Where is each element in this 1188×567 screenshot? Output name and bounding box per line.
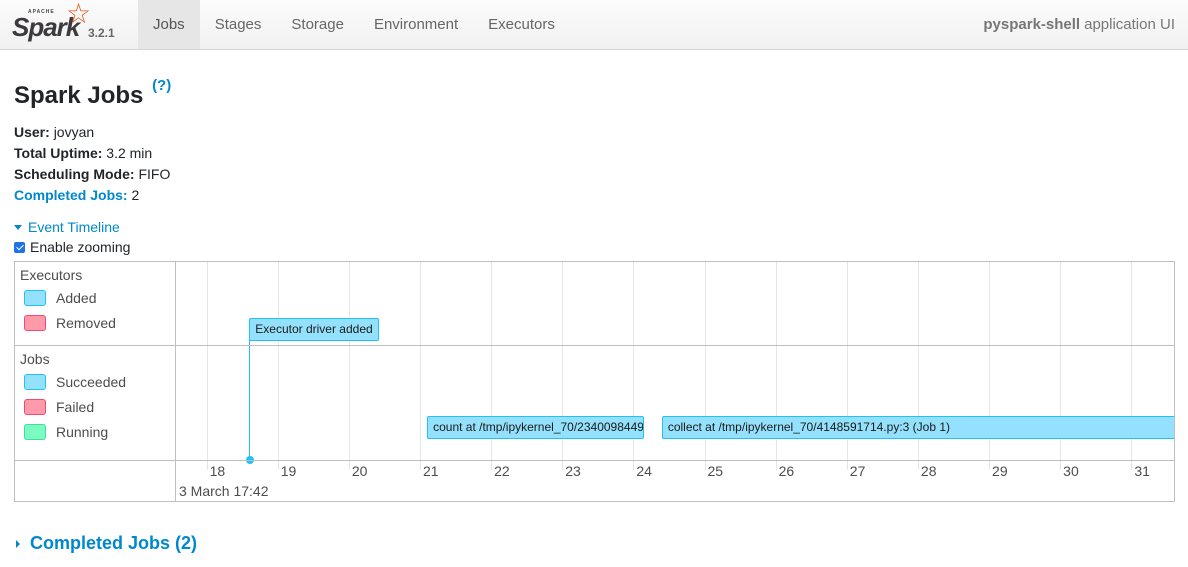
page-title-text: Spark Jobs [14, 82, 144, 109]
tab-stages[interactable]: Stages [200, 0, 277, 49]
axis-tick-label: 25 [707, 463, 724, 479]
failed-swatch [24, 399, 46, 415]
added-swatch [24, 290, 46, 306]
completed-jobs-heading: Completed Jobs (2) [30, 533, 198, 553]
legend-job-running: Running [24, 424, 108, 440]
legend-job-failed: Failed [24, 399, 94, 415]
navbar: APACHE Spark ☆ 3.2.1 Jobs Stages Storage… [0, 0, 1188, 50]
executors-jobs-divider [15, 345, 1174, 346]
gridline [277, 262, 279, 470]
axis-tick-label: 26 [778, 463, 795, 479]
version-label: 3.2.1 [88, 25, 115, 40]
scheduling-value: FIFO [138, 166, 171, 182]
axis-tick-label: 31 [1134, 463, 1150, 479]
jobs-group-label: Jobs [20, 351, 50, 367]
axis-tick-label: 21 [422, 463, 439, 479]
legend-label: Removed [56, 315, 116, 331]
app-suffix: application UI [1084, 16, 1175, 33]
legend-label: Succeeded [56, 374, 127, 390]
executor-event-box[interactable]: Executor driver added [249, 318, 379, 341]
tab-executors[interactable]: Executors [473, 0, 570, 49]
running-swatch [24, 424, 46, 440]
removed-swatch [24, 315, 46, 331]
executor-event-line [249, 340, 251, 460]
brand[interactable]: APACHE Spark ☆ 3.2.1 [0, 0, 138, 49]
info-user: User: jovyan [14, 122, 1174, 143]
axis-tick-label: 30 [1063, 463, 1079, 479]
spark-logo[interactable]: APACHE Spark ☆ [12, 0, 92, 46]
axis-tick-label: 29 [992, 463, 1008, 479]
axis-tick-label: 27 [849, 463, 866, 479]
user-value: jovyan [53, 124, 95, 140]
jobs-axis-divider [15, 460, 1174, 461]
event-timeline[interactable]: Executors Added Removed Jobs Succeeded F… [14, 261, 1175, 502]
completed-jobs-section-toggle[interactable]: Completed Jobs (2) [14, 533, 1174, 554]
legend-label: Running [56, 424, 109, 440]
enable-zooming-row: Enable zooming [14, 239, 1174, 255]
axis-tick-label: 23 [565, 463, 581, 479]
enable-zooming-checkbox[interactable] [14, 241, 25, 253]
timeline-legend: Executors Added Removed Jobs Succeeded F… [15, 262, 176, 501]
tab-environment[interactable]: Environment [359, 0, 473, 49]
legend-label: Added [56, 290, 97, 306]
app-title: pyspark-shell application UI [983, 0, 1175, 49]
nav-tabs: Jobs Stages Storage Environment Executor… [138, 0, 570, 49]
app-name: pyspark-shell [983, 16, 1081, 33]
scheduling-label: Scheduling Mode: [14, 166, 135, 182]
legend-job-succeeded: Succeeded [24, 374, 126, 390]
gridline [206, 262, 208, 470]
gridline [348, 262, 350, 470]
axis-tick-label: 19 [280, 463, 297, 479]
axis-tick-label: 22 [494, 463, 510, 479]
event-timeline-label: Event Timeline [28, 219, 120, 235]
executors-group-label: Executors [20, 267, 83, 283]
axis-tick-label: 28 [920, 463, 937, 479]
axis-tick-label: 18 [209, 463, 226, 479]
help-link[interactable]: (?) [152, 77, 171, 94]
event-timeline-toggle[interactable]: Event Timeline [14, 219, 1174, 235]
tab-jobs[interactable]: Jobs [138, 0, 200, 49]
gridline [419, 262, 421, 470]
info-uptime: Total Uptime: 3.2 min [14, 143, 1174, 164]
uptime-value: 3.2 min [106, 145, 153, 161]
completed-jobs-link[interactable]: Completed Jobs: [14, 187, 128, 203]
legend-executor-removed: Removed [24, 315, 116, 331]
info-scheduling: Scheduling Mode: FIFO [14, 164, 1174, 185]
axis-tick-label: 24 [636, 463, 652, 479]
user-label: User: [14, 124, 50, 140]
succeeded-swatch [24, 374, 46, 390]
job-bar[interactable]: collect at /tmp/ipykernel_70/4148591714.… [661, 416, 1174, 439]
tab-storage[interactable]: Storage [276, 0, 359, 49]
caret-down-icon [14, 224, 22, 230]
page-title: Spark Jobs (?) [14, 77, 1174, 110]
legend-executor-added: Added [24, 290, 96, 306]
axis-tick-label: 20 [351, 463, 368, 479]
legend-label: Failed [56, 399, 95, 415]
main-content: Spark Jobs (?) User: jovyan Total Uptime… [0, 77, 1188, 554]
uptime-label: Total Uptime: [14, 145, 103, 161]
timeline-plot-area[interactable]: 3 March 17:42 18 19 20 21 22 23 24 25 26 27 28 29 30… [176, 262, 1174, 501]
spark-star-icon: ☆ [66, 0, 92, 29]
enable-zooming-label: Enable zooming [30, 239, 131, 255]
job-bar[interactable]: count at /tmp/ipykernel_70/2340098449.py… [427, 416, 645, 439]
caret-right-icon [16, 539, 20, 548]
completed-jobs-count: 2 [131, 187, 140, 203]
info-completed: Completed Jobs: 2 [14, 185, 1174, 206]
axis-major-label: 3 March 17:42 [179, 483, 269, 499]
